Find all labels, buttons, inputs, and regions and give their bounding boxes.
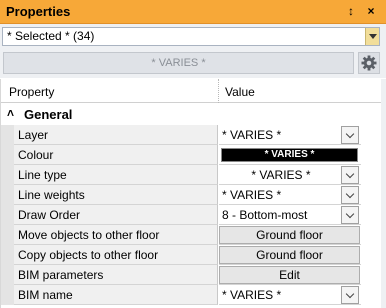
row-gutter [1,165,14,185]
property-name-cell: BIM name [14,285,218,305]
collapse-icon[interactable]: ˄ [7,106,14,120]
chevron-down-icon[interactable] [341,286,359,304]
header-property: Property [9,85,55,99]
chevron-down-icon[interactable] [341,166,359,184]
property-grid: Property Value ˄ General Layer * VARIES … [0,79,382,308]
property-name-cell: BIM parameters [14,265,218,285]
property-name-cell: Move objects to other floor [14,225,218,245]
row-gutter [1,245,14,265]
property-value: * VARIES * [222,128,282,142]
property-value-cell[interactable]: * VARIES * [219,285,361,305]
selection-value: * Selected * (34) [7,29,95,43]
property-name-cell: Colour [14,145,218,165]
chevron-down-icon[interactable] [341,186,359,204]
property-row-line-type[interactable]: Line type * VARIES * [1,165,382,185]
property-row-colour[interactable]: Colour * VARIES * [1,145,382,165]
chevron-down-icon[interactable] [341,206,359,224]
category-general[interactable]: ˄ General [1,104,382,124]
property-label: Line type [18,168,67,182]
properties-titlebar: Properties ↕ × [0,0,386,24]
property-label: Move objects to other floor [18,228,160,242]
property-label: Layer [18,128,49,142]
row-gutter [1,265,14,285]
property-value: 8 - Bottom-most [222,208,308,222]
property-name-cell: Line weights [14,185,218,205]
move-floor-button[interactable]: Ground floor [219,226,360,244]
property-row-layer[interactable]: Layer * VARIES * [1,125,382,145]
settings-button[interactable] [358,52,380,74]
category-label: General [24,107,73,122]
grid-header: Property Value [1,79,382,103]
row-gutter [1,145,14,165]
property-row-bim-parameters[interactable]: BIM parameters Edit [1,265,382,285]
scrollbar[interactable] [381,79,386,308]
property-row-bim-name[interactable]: BIM name * VARIES * [1,285,382,305]
row-gutter [1,205,14,225]
property-value-cell[interactable]: 8 - Bottom-most [219,205,361,225]
property-label: Copy objects to other floor [18,248,159,262]
gear-icon [361,55,377,71]
property-label: BIM parameters [18,268,104,282]
header-value: Value [225,85,255,99]
edit-bim-button[interactable]: Edit [219,266,360,284]
property-label: Draw Order [18,208,81,222]
property-name-cell: Line type [14,165,218,185]
row-gutter [1,125,14,145]
chevron-down-icon[interactable] [341,126,359,144]
property-value-cell[interactable]: * VARIES * [219,165,361,185]
property-label: BIM name [18,288,73,302]
property-row-move-objects[interactable]: Move objects to other floor Ground floor [1,225,382,245]
property-row-draw-order[interactable]: Draw Order 8 - Bottom-most [1,205,382,225]
row-gutter [1,185,14,205]
window-title: Properties [6,4,71,19]
pin-icon[interactable]: ↕ [343,3,359,19]
property-value-cell[interactable]: * VARIES * [219,185,361,205]
row-gutter [1,225,14,245]
colour-swatch[interactable]: * VARIES * [221,148,358,162]
property-value: * VARIES * [251,168,311,182]
property-value-cell[interactable]: * VARIES * [219,125,361,145]
close-icon[interactable]: × [363,3,379,19]
selection-dropdown[interactable]: * Selected * (34) [2,27,380,46]
header-divider[interactable] [218,79,219,103]
property-value: * VARIES * [222,188,282,202]
chevron-down-icon[interactable] [365,28,379,45]
varies-button[interactable]: * VARIES * [3,52,354,74]
property-row-copy-objects[interactable]: Copy objects to other floor Ground floor [1,245,382,265]
property-label: Line weights [18,188,85,202]
property-name-cell: Copy objects to other floor [14,245,218,265]
property-name-cell: Draw Order [14,205,218,225]
property-label: Colour [18,148,54,162]
property-row-line-weights[interactable]: Line weights * VARIES * [1,185,382,205]
property-name-cell: Layer [14,125,218,145]
property-value: * VARIES * [222,288,282,302]
copy-floor-button[interactable]: Ground floor [219,246,360,264]
row-gutter [1,285,14,305]
